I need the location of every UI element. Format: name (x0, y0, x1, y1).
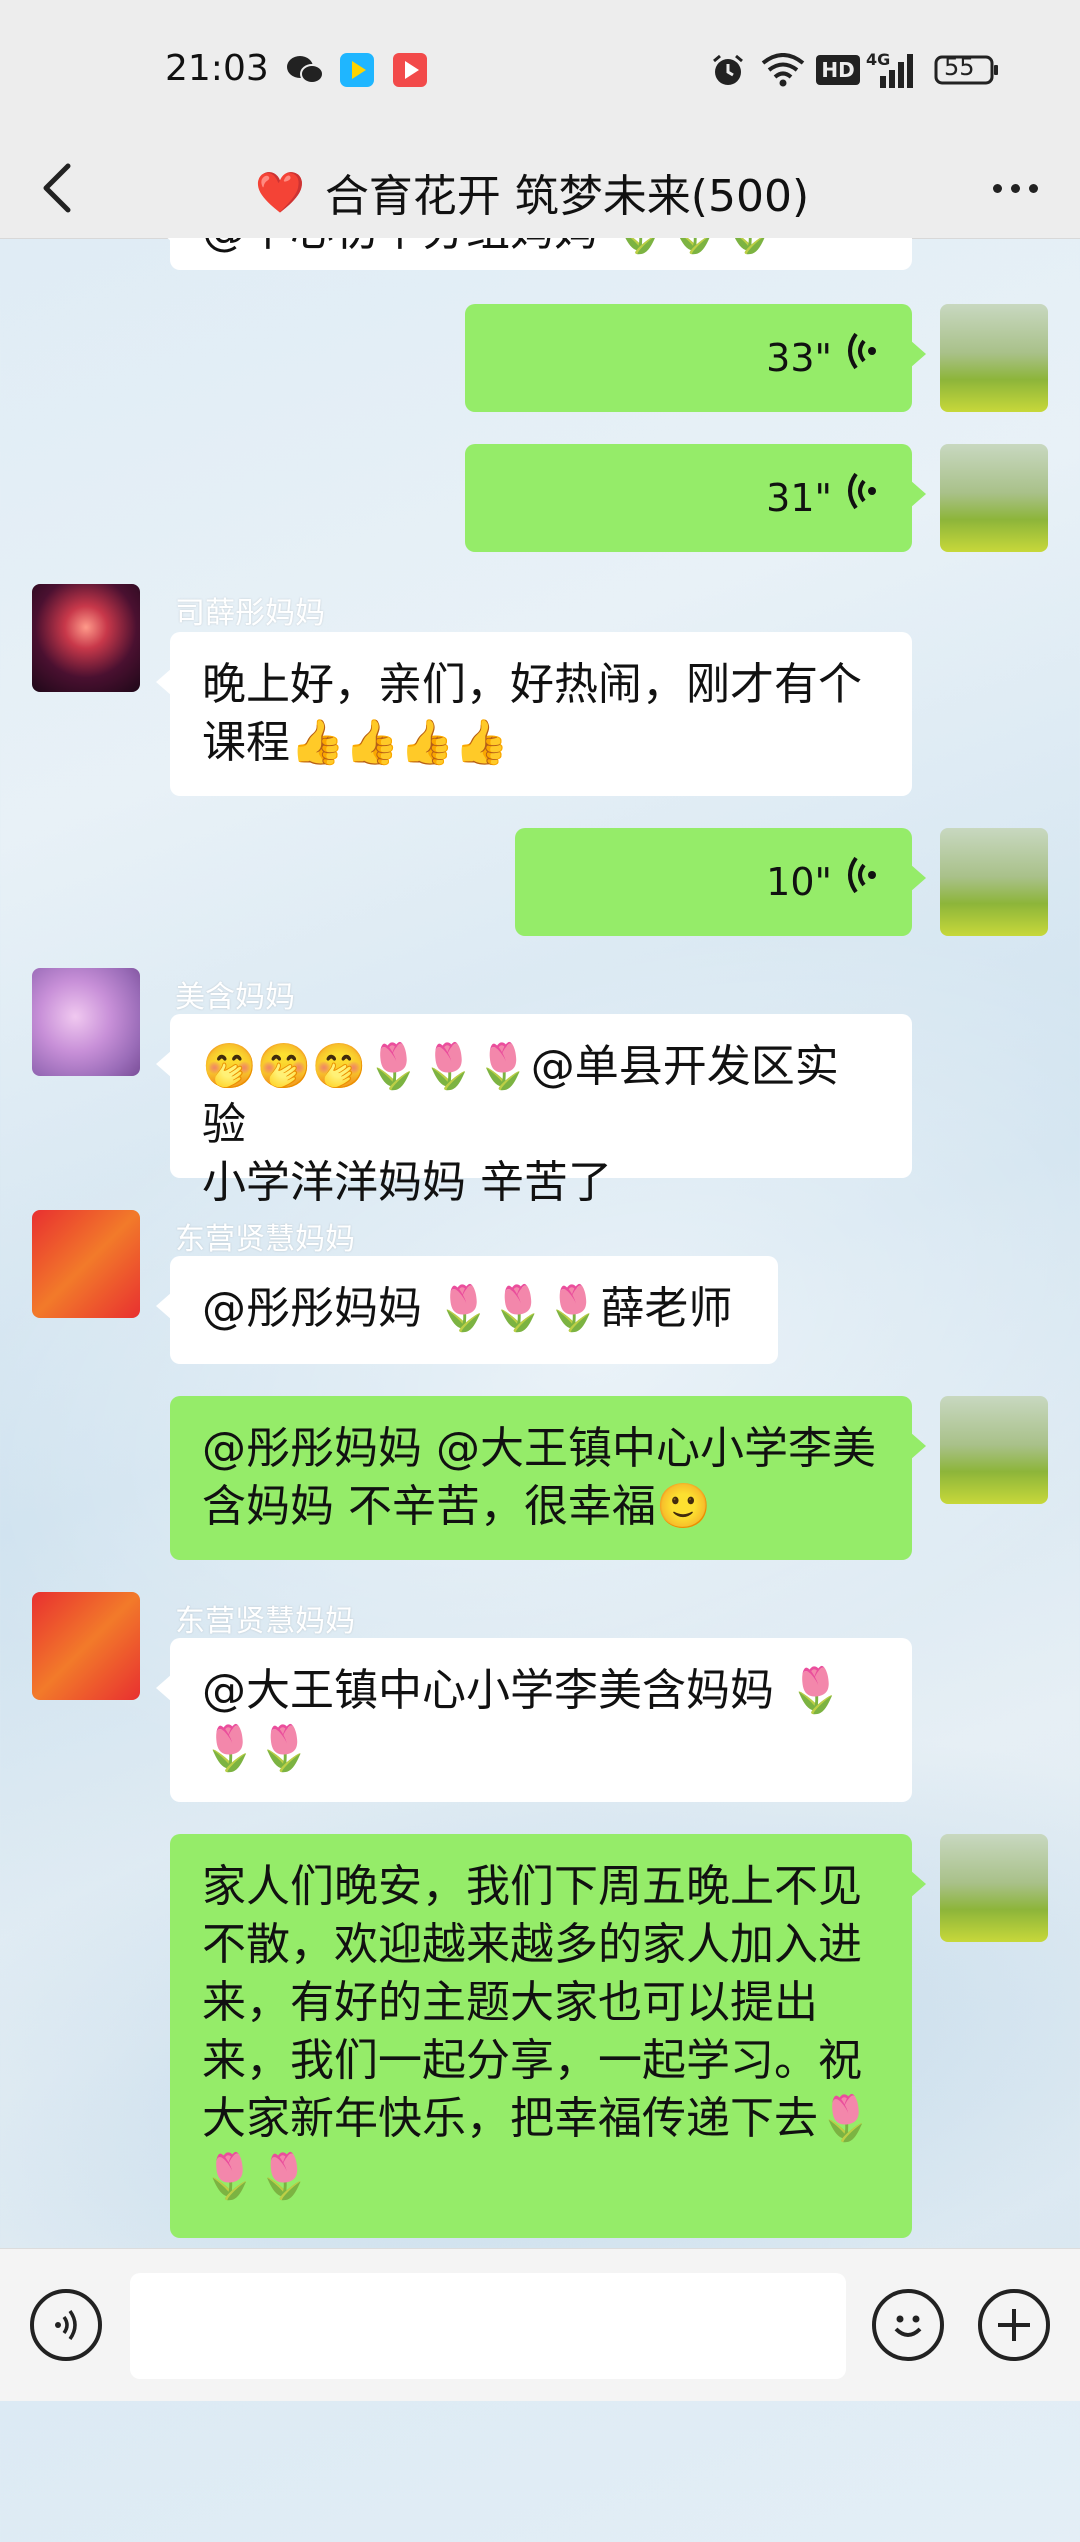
avatar-sender[interactable] (32, 968, 140, 1076)
voice-duration: 10" (766, 860, 832, 904)
plus-icon (998, 2309, 1030, 2341)
self-avatar[interactable] (940, 304, 1048, 412)
self-avatar[interactable] (940, 1396, 1048, 1504)
smiley-icon (894, 2315, 922, 2337)
tencent-video-icon (337, 50, 377, 90)
wifi-icon (760, 50, 806, 90)
voice-duration: 33" (766, 336, 832, 380)
message-bubble[interactable]: 晚上好，亲们，好热闹，刚才有个 课程👍👍👍👍 (156, 632, 912, 796)
signal-icon: 4G (866, 50, 916, 90)
voice-message[interactable]: 31" (465, 444, 926, 552)
voice-message[interactable]: 33" (465, 304, 926, 412)
sender-name: 美含妈妈 (175, 980, 295, 1015)
alarm-icon (708, 50, 748, 90)
more-actions-button[interactable] (978, 2289, 1050, 2361)
more-options-button[interactable] (980, 158, 1050, 218)
group-name: 合育花开 筑梦未来(500) (324, 171, 810, 222)
message-bubble[interactable]: @大王镇中心小学李美含妈妈 🌷 🌷🌷 (156, 1638, 912, 1802)
voice-wave-icon (846, 329, 880, 387)
sender-name: 东营贤慧妈妈 (175, 1604, 355, 1639)
input-bar (0, 2248, 1080, 2401)
sender-name: 司薛彤妈妈 (175, 596, 325, 631)
status-bar: 21:03 HD 4G 55 (0, 0, 1080, 140)
voice-duration: 31" (766, 476, 832, 520)
avatar-sender[interactable] (32, 1210, 140, 1318)
message-bubble[interactable]: @彤彤妈妈 🌷🌷🌷薛老师 (156, 1256, 778, 1364)
avatar-sender[interactable] (32, 584, 140, 692)
message-input[interactable] (130, 2273, 846, 2379)
voice-wave-icon (846, 853, 880, 911)
video-app-icon (390, 50, 430, 90)
self-avatar[interactable] (940, 444, 1048, 552)
back-button[interactable] (30, 158, 90, 218)
heart-icon: ❤️ (255, 169, 305, 216)
voice-wave-icon (846, 469, 880, 527)
voice-input-button[interactable] (30, 2289, 102, 2361)
message-bubble[interactable]: @中心初中分组妈妈 🌷🌷🌷 (156, 238, 912, 270)
chat-title: ❤️ 合育花开 筑梦未来(500) (255, 160, 809, 224)
status-time: 21:03 (165, 48, 269, 89)
message-bubble[interactable]: @彤彤妈妈 @大王镇中心小学李美 含妈妈 不辛苦，很幸福🙂 (170, 1396, 926, 1560)
message-list[interactable]: @中心初中分组妈妈 🌷🌷🌷 33" 31" 司薛彤妈妈 晚上好，亲们，好热闹，刚… (0, 238, 1080, 2248)
sender-name: 东营贤慧妈妈 (175, 1222, 355, 1257)
voice-message[interactable]: 10" (515, 828, 926, 936)
battery-icon: 55 (934, 50, 1000, 90)
message-bubble[interactable]: 🤭🤭🤭🌷🌷🌷@单县开发区实验 小学洋洋妈妈 辛苦了 (156, 1014, 912, 1208)
self-avatar[interactable] (940, 1834, 1048, 1942)
chat-header: ❤️ 合育花开 筑梦未来(500) (0, 140, 1080, 239)
self-avatar[interactable] (940, 828, 1048, 936)
wechat-icon (285, 50, 325, 90)
message-bubble[interactable]: 家人们晚安，我们下周五晚上不见 不散，欢迎越来越多的家人加入进 来，有好的主题大… (170, 1834, 926, 2238)
voice-icon (55, 2309, 77, 2341)
avatar-sender[interactable] (32, 1592, 140, 1700)
hd-icon: HD (816, 50, 860, 90)
emoji-button[interactable] (872, 2289, 944, 2361)
